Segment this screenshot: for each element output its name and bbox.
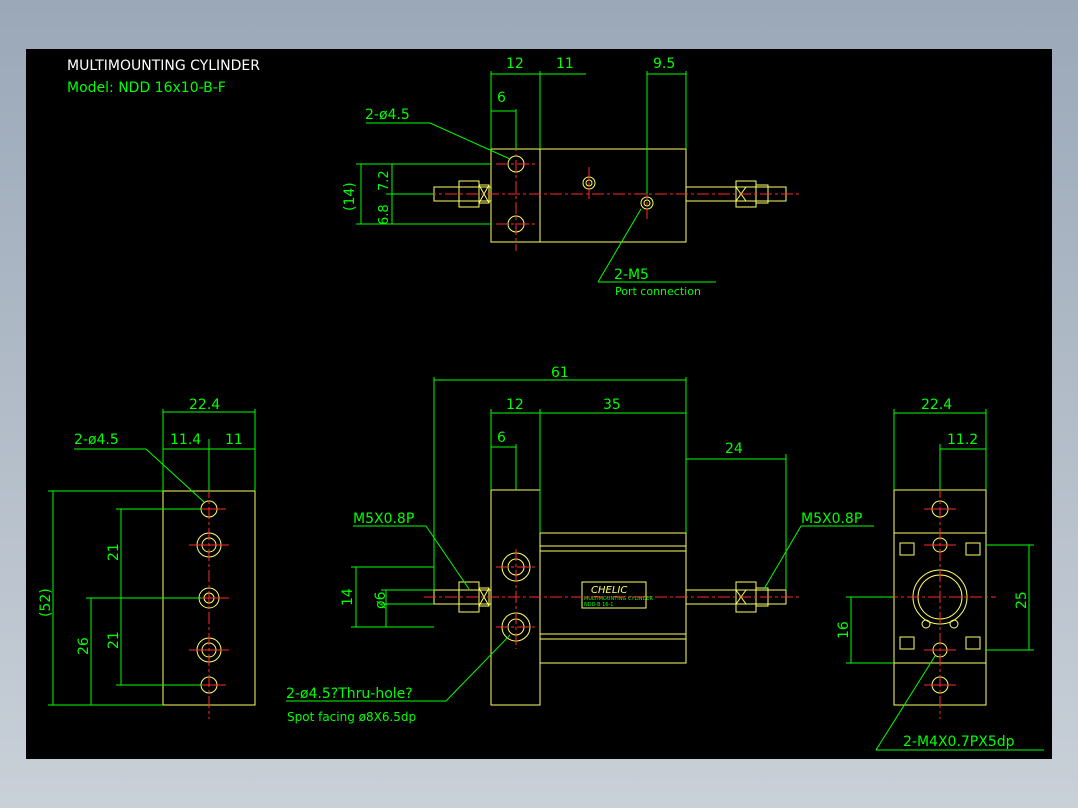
left-dim-22-4: 22.4 [189, 397, 220, 413]
top-dim-11: 11 [556, 56, 574, 72]
right-dim-11-2: 11.2 [947, 432, 978, 448]
front-dim-dia6: ø6 [373, 591, 389, 609]
front-view: CHELIC MULTIMOUNTING CYLINDER NDD-B 16-1… [286, 365, 874, 724]
top-view: 12 11 9.5 6 2-ø4.5 (14) 6.8 7.2 2-M5 Por… [342, 56, 801, 298]
top-port-note: Port connection [615, 285, 701, 298]
front-thread-right: M5X0.8P [801, 511, 862, 527]
top-port-callout: 2-M5 [614, 267, 649, 283]
left-view: 22.4 11.4 11 2-ø4.5 (52) 21 21 26 [38, 397, 256, 719]
left-dim-21b: 21 [106, 631, 122, 649]
front-hole-callout: 2-ø4.5?Thru-hole? [286, 686, 413, 702]
front-badge-brand: CHELIC [591, 585, 627, 596]
front-dim-24: 24 [725, 441, 743, 457]
front-spot-facing: Spot facing ø8X6.5dp [287, 710, 416, 724]
left-dim-52: (52) [38, 588, 54, 617]
top-dim-6: 6 [497, 90, 506, 106]
front-dim-61: 61 [551, 365, 569, 381]
right-dim-22-4: 22.4 [921, 397, 952, 413]
model-label: Model: NDD 16x10-B-F [67, 80, 226, 96]
right-thread-callout: 2-M4X0.7PX5dp [903, 734, 1015, 750]
top-hole-callout: 2-ø4.5 [365, 107, 410, 123]
left-hole-callout: 2-ø4.5 [74, 432, 119, 448]
front-badge-line2: NDD-B 16-1 [584, 602, 613, 608]
top-dim-12: 12 [506, 56, 524, 72]
drawing-title: MULTIMOUNTING CYLINDER [67, 58, 260, 74]
right-view: 22.4 11.2 25 16 2-M4X0.7PX5dp [836, 397, 1044, 751]
top-dim-14: (14) [342, 182, 358, 211]
front-dim-6: 6 [497, 430, 506, 446]
right-dim-25: 25 [1014, 591, 1030, 609]
left-dim-11-4: 11.4 [170, 432, 201, 448]
top-dim-6-8: 6.8 [377, 204, 392, 225]
left-dim-21a: 21 [106, 543, 122, 561]
left-dim-26: 26 [76, 637, 92, 655]
right-dim-16: 16 [836, 621, 852, 639]
front-dim-14: 14 [340, 588, 356, 606]
drawing-canvas: MULTIMOUNTING CYLINDER Model: NDD 16x10-… [26, 49, 1052, 759]
front-thread-left: M5X0.8P [353, 511, 414, 527]
cad-drawing: MULTIMOUNTING CYLINDER Model: NDD 16x10-… [38, 56, 1044, 751]
top-dim-9-5: 9.5 [653, 56, 675, 72]
front-dim-12: 12 [506, 397, 524, 413]
left-dim-11: 11 [225, 432, 243, 448]
front-dim-35: 35 [603, 397, 621, 413]
top-dim-7-2: 7.2 [377, 170, 392, 191]
